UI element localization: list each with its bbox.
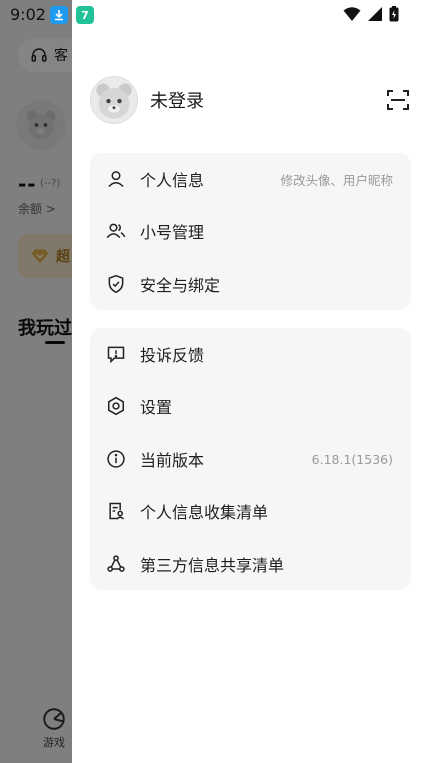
shield-check-icon [106, 274, 126, 294]
account-section-card: 个人信息 修改头像、用户昵称 小号管理 安全与绑定 [90, 153, 411, 310]
profile-name[interactable]: 未登录 [150, 87, 204, 113]
menu-label: 个人信息 [140, 171, 205, 190]
battery-icon [389, 6, 399, 22]
status-time: 9:02 [10, 5, 46, 24]
status-right-icons [343, 6, 399, 22]
status-bar: 9:02 7 [0, 0, 429, 30]
version-value: 6.18.1(1536) [311, 451, 393, 467]
side-drawer: 未登录 个人信息 修改头像、用户昵称 小号管理 安全与绑定 投诉反馈 设置 当前… [72, 0, 429, 763]
menu-label: 小号管理 [140, 223, 205, 242]
scan-button[interactable] [386, 88, 410, 112]
menu-sub-accounts[interactable]: 小号管理 [90, 205, 411, 257]
menu-value: 修改头像、用户昵称 [280, 172, 393, 188]
app-notification-icon: 7 [76, 6, 94, 24]
menu-label: 当前版本 [140, 451, 205, 470]
download-icon [50, 6, 68, 24]
signal-icon [367, 6, 383, 22]
feedback-icon [106, 344, 126, 364]
menu-label: 设置 [140, 398, 173, 417]
menu-feedback[interactable]: 投诉反馈 [90, 328, 411, 380]
menu-label: 第三方信息共享清单 [140, 556, 285, 575]
users-icon [106, 221, 126, 241]
gear-icon [106, 396, 126, 416]
wifi-icon [343, 6, 361, 22]
document-user-icon [106, 501, 126, 521]
share-icon [106, 554, 126, 574]
scan-icon [386, 88, 410, 112]
user-icon [106, 169, 126, 189]
menu-third-party-sharing[interactable]: 第三方信息共享清单 [90, 538, 411, 590]
avatar[interactable] [90, 76, 138, 124]
menu-personal-info[interactable]: 个人信息 修改头像、用户昵称 [90, 153, 411, 205]
app-notification-text: 7 [81, 8, 89, 22]
info-icon [106, 449, 126, 469]
menu-label: 个人信息收集清单 [140, 503, 269, 522]
menu-personal-data-list[interactable]: 个人信息收集清单 [90, 485, 411, 537]
dim-overlay[interactable] [0, 0, 72, 763]
app-section-card: 投诉反馈 设置 当前版本 6.18.1(1536) 个人信息收集清单 第三方信息… [90, 328, 411, 590]
menu-security-binding[interactable]: 安全与绑定 [90, 258, 411, 310]
menu-label: 投诉反馈 [140, 346, 205, 365]
menu-version[interactable]: 当前版本 6.18.1(1536) [90, 433, 411, 485]
menu-label: 安全与绑定 [140, 276, 221, 295]
profile-header[interactable]: 未登录 [90, 76, 204, 124]
menu-settings[interactable]: 设置 [90, 380, 411, 432]
